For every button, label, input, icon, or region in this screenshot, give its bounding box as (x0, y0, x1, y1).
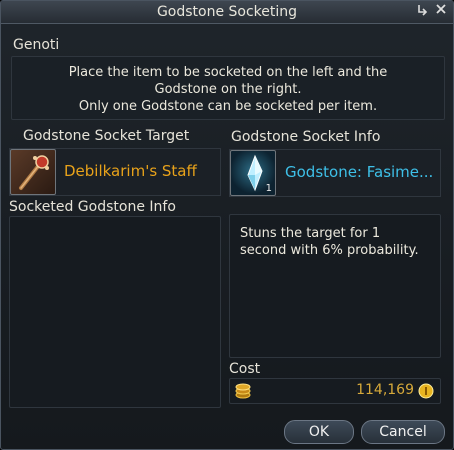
pin-icon[interactable] (415, 3, 431, 19)
socket-target-label: Godstone Socket Target (23, 128, 190, 144)
notice-line-3: Only one Godstone can be socketed per it… (78, 99, 378, 114)
cost-value: 114,169 (356, 382, 414, 398)
socket-info-label: Godstone Socket Info (231, 129, 381, 145)
godstone-quantity: 1 (265, 183, 272, 194)
socket-target-item-name: Debilkarim's Staff (64, 162, 197, 180)
window-title: Godstone Socketing (156, 4, 298, 20)
godstone-slot[interactable]: 1 Godstone: Fasime... (229, 149, 441, 197)
godstone-icon[interactable]: 1 (230, 150, 276, 196)
cost-field: 114,169 (229, 378, 441, 404)
kinah-coin-icon (418, 383, 434, 403)
socketed-info-panel (9, 216, 221, 408)
staff-icon[interactable] (10, 149, 56, 195)
ok-button[interactable]: OK (284, 420, 354, 444)
godstone-socketing-window: Godstone Socketing Genoti Place the item… (0, 0, 454, 450)
genoti-label: Genoti (13, 37, 60, 53)
coin-stack-icon (234, 382, 252, 404)
godstone-item-name: Godstone: Fasime... (285, 163, 434, 181)
instruction-notice: Place the item to be socketed on the lef… (11, 56, 445, 120)
godstone-description: Stuns the target for 1 second with 6% pr… (240, 226, 419, 258)
godstone-description-panel: Stuns the target for 1 second with 6% pr… (229, 214, 441, 358)
socket-target-slot[interactable]: Debilkarim's Staff (9, 148, 221, 196)
cancel-button[interactable]: Cancel (361, 420, 445, 444)
socketed-info-label: Socketed Godstone Info (9, 199, 176, 215)
cost-label: Cost (229, 361, 261, 377)
close-icon[interactable] (433, 3, 449, 19)
notice-line-1: Place the item to be socketed on the lef… (68, 65, 388, 80)
notice-line-2: Godstone on the right. (154, 82, 302, 97)
title-bar[interactable]: Godstone Socketing (1, 1, 453, 24)
